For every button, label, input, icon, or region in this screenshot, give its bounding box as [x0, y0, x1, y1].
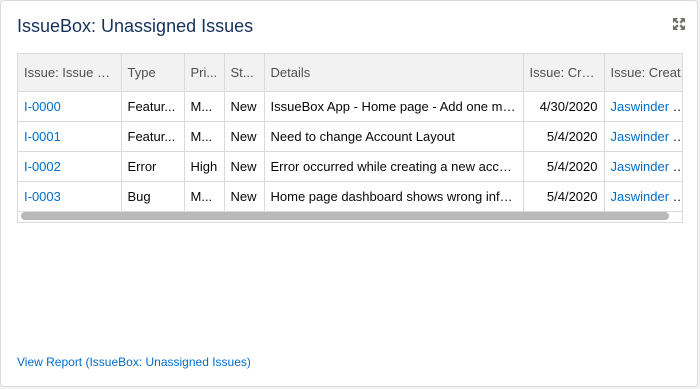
expand-icon[interactable] [672, 17, 686, 31]
type-cell: Featur... [121, 121, 185, 152]
creator-link[interactable]: Jaswinder R... [611, 129, 683, 144]
priority-cell: M... [184, 121, 225, 152]
issue-link[interactable]: I-0003 [24, 189, 61, 204]
creator-link[interactable]: Jaswinder R... [611, 99, 683, 114]
issue-link[interactable]: I-0000 [24, 99, 61, 114]
created-date-cell: 5/4/2020 [523, 121, 605, 152]
column-header-status[interactable]: St... [224, 54, 265, 92]
column-header-created-date[interactable]: Issue: Cre... [523, 54, 605, 92]
created-date-cell: 5/4/2020 [523, 151, 605, 182]
type-cell: Bug [121, 181, 185, 212]
table-header-row: Issue: Issue N... Type Pri... St... Deta… [18, 54, 682, 92]
horizontal-scrollbar[interactable] [21, 212, 669, 220]
type-cell: Featur... [121, 91, 185, 122]
creator-link[interactable]: Jaswinder R... [611, 159, 683, 174]
created-date-cell: 5/4/2020 [523, 181, 605, 212]
column-header-type[interactable]: Type [121, 54, 185, 92]
details-cell: Error occurred while creating a new acco… [264, 151, 524, 182]
creator-link[interactable]: Jaswinder R... [611, 189, 683, 204]
table-row: I-0001 Featur... M... New Need to change… [18, 121, 683, 152]
table-row: I-0000 Featur... M... New IssueBox App -… [18, 91, 683, 122]
status-cell: New [224, 181, 265, 212]
column-header-issue-number[interactable]: Issue: Issue N... [18, 54, 122, 92]
view-report-link[interactable]: View Report (IssueBox: Unassigned Issues… [17, 355, 251, 369]
column-header-details[interactable]: Details [264, 54, 524, 92]
column-header-created-by[interactable]: Issue: Creat... [604, 54, 682, 92]
priority-cell: M... [184, 181, 225, 212]
status-cell: New [224, 91, 265, 122]
card-title: IssueBox: Unassigned Issues [17, 16, 254, 36]
priority-cell: M... [184, 91, 225, 122]
issues-table: Issue: Issue N... Type Pri... St... Deta… [17, 53, 683, 223]
status-cell: New [224, 151, 265, 182]
created-date-cell: 4/30/2020 [523, 91, 605, 122]
column-header-priority[interactable]: Pri... [184, 54, 225, 92]
details-cell: Need to change Account Layout [264, 121, 524, 152]
type-cell: Error [121, 151, 185, 182]
issue-link[interactable]: I-0002 [24, 159, 61, 174]
status-cell: New [224, 121, 265, 152]
table-row: I-0003 Bug M... New Home page dashboard … [18, 181, 683, 212]
priority-cell: High [184, 151, 225, 182]
dashboard-card: IssueBox: Unassigned Issues Issue: Issue… [0, 0, 698, 387]
table-row: I-0002 Error High New Error occurred whi… [18, 151, 683, 182]
issue-link[interactable]: I-0001 [24, 129, 61, 144]
details-cell: IssueBox App - Home page - Add one mor..… [264, 91, 524, 122]
details-cell: Home page dashboard shows wrong infor... [264, 181, 524, 212]
